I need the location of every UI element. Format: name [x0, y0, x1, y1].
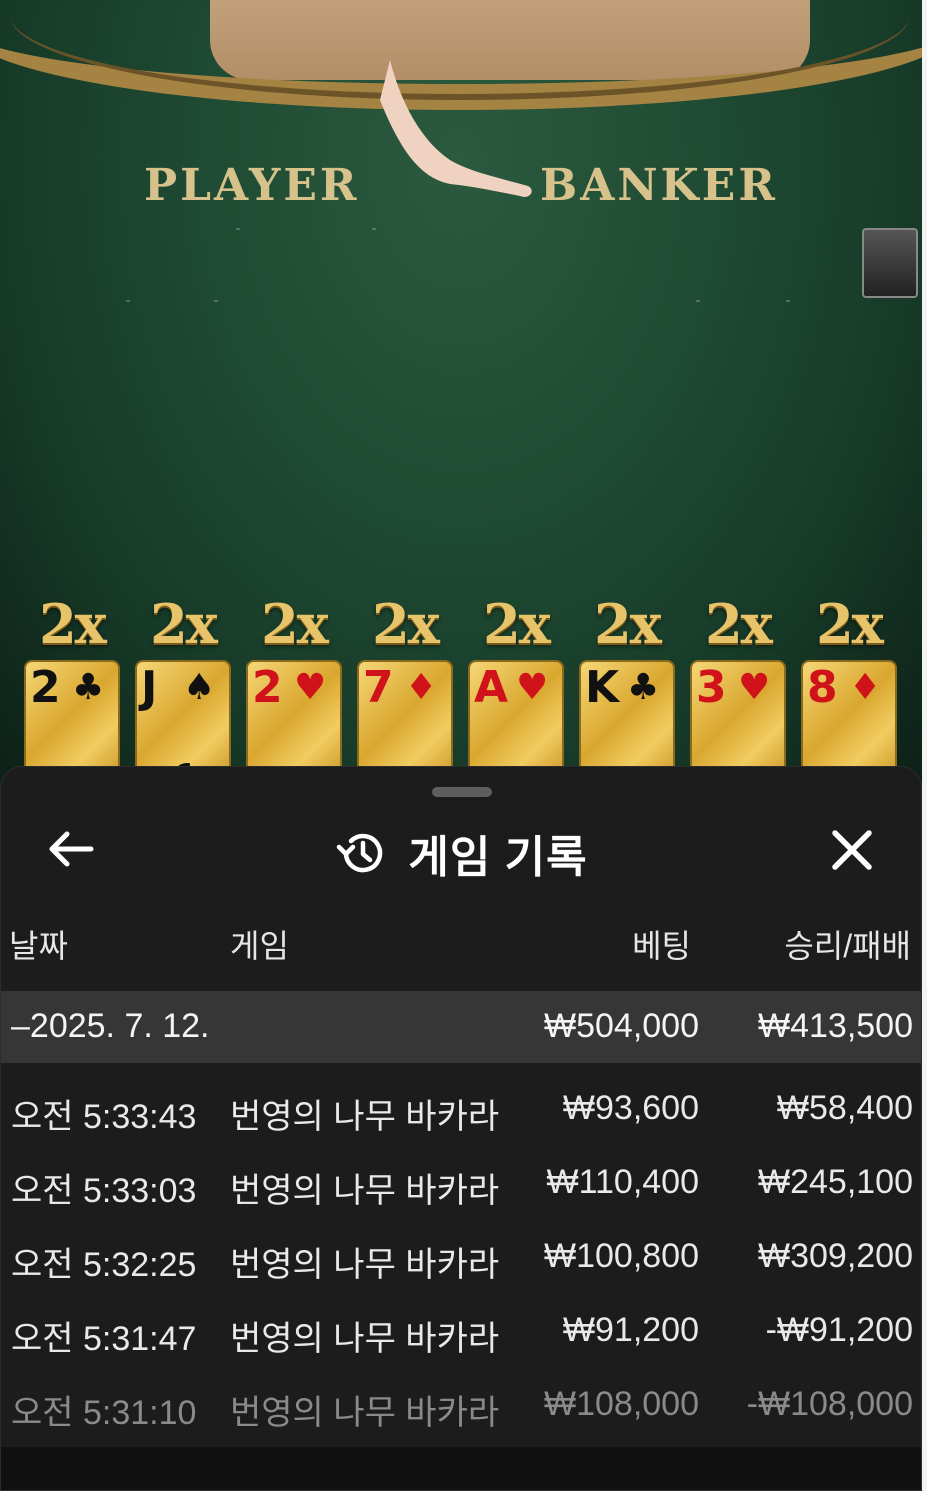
row-time: 오전 5:33:43 — [11, 1098, 197, 1136]
row-time: 오전 5:32:25 — [11, 1246, 197, 1284]
diamond-icon: ♦ — [405, 667, 438, 708]
game-history-sheet: 게임 기록 날짜 게임 베팅 승리/패배 –2025. 7. 12. ₩504,… — [0, 766, 922, 1491]
multiplier: 2x — [150, 592, 218, 656]
column-header-result: 승리/패배 — [784, 928, 911, 964]
row-result: ₩309,200 — [758, 1237, 913, 1275]
close-icon — [832, 830, 872, 870]
card-slot: 2x 2 ♥ 2 ♥ — [246, 594, 342, 790]
card-rank: 2 — [252, 662, 283, 713]
column-header-bet: 베팅 — [632, 928, 691, 964]
card-slot: 2x K ♣ K ♣ — [579, 594, 675, 790]
row-bet: ₩100,800 — [544, 1237, 699, 1275]
card-rank: 7 — [363, 662, 394, 713]
diamond-icon: ♦ — [849, 667, 882, 708]
dealer-hand — [380, 60, 532, 197]
sheet-title: 게임 기록 — [408, 833, 588, 882]
history-row[interactable]: 오전 5:33:43 번영의 나무 바카라 ₩93,600 ₩58,400 — [1, 1071, 921, 1145]
club-icon: ♣ — [627, 667, 660, 708]
summary-bet: ₩504,000 — [544, 1007, 699, 1045]
card-rank: A — [474, 662, 509, 713]
card-slot: 2x 2 ♣ 2 ♣ — [24, 594, 120, 790]
close-button[interactable] — [827, 825, 877, 875]
spade-icon: ♠ — [183, 667, 216, 708]
card-rank: 2 — [30, 662, 61, 713]
row-bet: ₩108,000 — [544, 1385, 699, 1423]
row-result: ₩245,100 — [758, 1163, 913, 1201]
row-result: -₩108,000 — [746, 1385, 913, 1423]
card-slot: 2x 8 ♦ 8 ♦ — [801, 594, 897, 790]
sheet-title-group: 게임 기록 — [1, 821, 921, 885]
row-result: -₩91,200 — [765, 1311, 913, 1349]
card-shoe — [862, 228, 918, 298]
history-row[interactable]: 오전 5:31:10 번영의 나무 바카라 ₩108,000 -₩108,000 — [1, 1367, 921, 1441]
screen-edge — [922, 0, 927, 1491]
card-rank: J — [141, 662, 158, 713]
heart-icon: ♥ — [516, 667, 549, 708]
row-time: 오전 5:31:47 — [11, 1320, 197, 1358]
card-slot: 2x J ♠ J ♠ — [135, 594, 231, 790]
row-bet: ₩93,600 — [562, 1089, 699, 1127]
column-header-game: 게임 — [230, 928, 289, 964]
multiplier: 2x — [816, 592, 884, 656]
multiplier: 2x — [483, 592, 551, 656]
multiplier: 2x — [594, 592, 662, 656]
history-icon — [337, 833, 383, 873]
row-game: 번영의 나무 바카라 — [230, 1394, 500, 1432]
live-video-area: PLAYER BANKER 2x 2 ♣ 2 ♣ 2x J ♠ J ♠ 2x — [0, 0, 922, 800]
row-bet: ₩91,200 — [562, 1311, 699, 1349]
sheet-header: 게임 기록 — [1, 807, 921, 891]
history-row[interactable]: 오전 5:32:25 번영의 나무 바카라 ₩100,800 ₩309,200 — [1, 1219, 921, 1293]
heart-icon: ♥ — [738, 667, 771, 708]
road-cards: 2x 2 ♣ 2 ♣ 2x J ♠ J ♠ 2x 2 ♥ 2 ♥ — [24, 594, 904, 790]
sheet-drag-handle[interactable] — [432, 787, 492, 797]
row-time: 오전 5:31:10 — [11, 1394, 197, 1432]
card-rank: 8 — [807, 662, 838, 713]
club-icon: ♣ — [72, 667, 105, 708]
multiplier: 2x — [261, 592, 329, 656]
row-game: 번영의 나무 바카라 — [230, 1246, 500, 1284]
row-time: 오전 5:33:03 — [11, 1172, 197, 1210]
card-slot: 2x 3 ♥ 3 ♥ — [690, 594, 786, 790]
card-slot: 2x A ♥ A ♥ — [468, 594, 564, 790]
row-game: 번영의 나무 바카라 — [230, 1098, 500, 1136]
history-row[interactable]: 오전 5:33:03 번영의 나무 바카라 ₩110,400 ₩245,100 — [1, 1145, 921, 1219]
multiplier: 2x — [39, 592, 107, 656]
card-slot: 2x 7 ♦ 7 ♦ — [357, 594, 453, 790]
date-summary-row[interactable]: –2025. 7. 12. ₩504,000 ₩413,500 — [1, 991, 921, 1063]
row-game: 번영의 나무 바카라 — [230, 1320, 500, 1358]
card-rank: K — [585, 662, 620, 713]
multiplier: 2x — [372, 592, 440, 656]
summary-date: –2025. 7. 12. — [11, 1007, 210, 1045]
heart-icon: ♥ — [294, 667, 327, 708]
row-game: 번영의 나무 바카라 — [230, 1172, 500, 1210]
card-rank: 3 — [696, 662, 727, 713]
multiplier: 2x — [705, 592, 773, 656]
sheet-bottom-fade — [1, 1447, 921, 1490]
summary-result: ₩413,500 — [758, 1007, 913, 1045]
row-bet: ₩110,400 — [546, 1163, 699, 1201]
row-result: ₩58,400 — [776, 1089, 913, 1127]
player-label: PLAYER — [144, 160, 360, 211]
history-row[interactable]: 오전 5:31:47 번영의 나무 바카라 ₩91,200 -₩91,200 — [1, 1293, 921, 1367]
banker-label: BANKER — [540, 160, 778, 211]
column-header-date: 날짜 — [9, 928, 68, 964]
